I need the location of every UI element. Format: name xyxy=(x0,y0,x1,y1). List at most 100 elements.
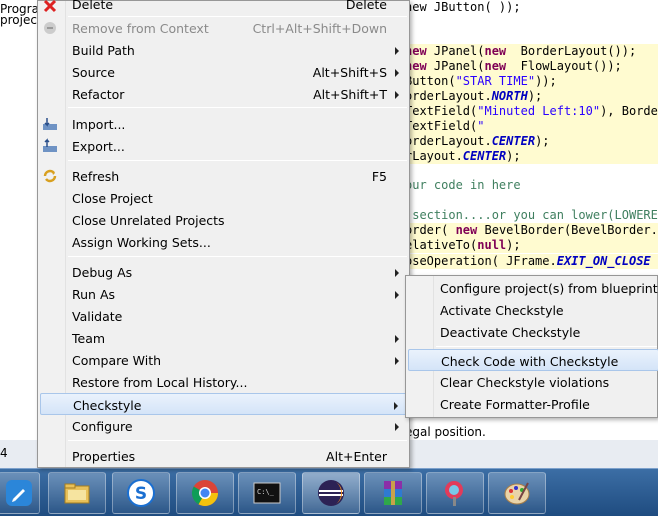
code-line[interactable]: our code in here xyxy=(405,178,658,193)
code-token: order( xyxy=(405,223,456,237)
submenu-item-configure-from-blueprint[interactable]: Configure project(s) from blueprint... xyxy=(408,277,658,299)
menu-item-refactor[interactable]: Refactor Alt+Shift+T xyxy=(40,83,407,105)
submenu-item-deactivate-checkstyle[interactable]: Deactivate Checkstyle xyxy=(408,321,658,343)
code-token: new xyxy=(484,44,507,58)
menu-separator xyxy=(68,160,407,161)
code-line[interactable]: TextField("Minuted Left:10"), Border xyxy=(405,104,658,119)
taskbar-file-explorer[interactable] xyxy=(48,472,106,514)
menu-item-export[interactable]: Export... xyxy=(40,135,407,157)
project-context-menu: Delete Delete Remove from Context Ctrl+A… xyxy=(37,0,410,468)
menu-item-compare-with[interactable]: Compare With xyxy=(40,349,407,371)
menu-item-validate[interactable]: Validate xyxy=(40,305,407,327)
submenu-arrow-icon xyxy=(395,47,399,55)
submenu-item-check-code-with-checkstyle[interactable]: Check Code with Checkstyle xyxy=(408,349,658,371)
paint-palette-icon xyxy=(504,482,530,505)
code-line[interactable]: orderLayout.CENTER); xyxy=(405,134,658,149)
code-token: JPanel( xyxy=(426,59,485,73)
taskbar-sogou-browser[interactable]: S xyxy=(112,472,170,514)
tree-item[interactable]: project xyxy=(0,13,42,27)
code-line[interactable] xyxy=(405,194,658,209)
code-line[interactable]: rLayout.CENTER); xyxy=(405,149,658,164)
export-icon xyxy=(43,138,57,152)
code-token: ) xyxy=(651,254,658,268)
submenu-arrow-icon xyxy=(395,91,399,99)
code-token: BevelBorder(BevelBorder.R xyxy=(477,223,658,237)
code-token: new JButton( )); xyxy=(405,0,521,14)
code-token: FlowLayout()); xyxy=(506,59,622,73)
submenu-arrow-icon xyxy=(395,69,399,77)
taskbar-pen-app[interactable] xyxy=(0,472,40,514)
menu-item-configure[interactable]: Configure xyxy=(40,415,407,437)
menu-item-refresh[interactable]: Refresh F5 xyxy=(40,165,407,187)
taskbar-paint-tool[interactable] xyxy=(426,472,484,514)
submenu-arrow-icon xyxy=(395,291,399,299)
code-line[interactable]: section....or you can lower(LOWERED xyxy=(405,208,658,223)
code-token: oseOperation( JFrame. xyxy=(405,254,557,268)
code-token: ); xyxy=(506,149,521,163)
taskbar-eclipse[interactable] xyxy=(302,472,360,514)
code-token: CENTER xyxy=(491,134,536,148)
code-line[interactable]: TextField(" xyxy=(405,119,658,134)
code-token: "Minuted Left:10" xyxy=(477,104,601,118)
taskbar-command-prompt[interactable]: C:\_ xyxy=(238,472,296,514)
code-line[interactable]: oseOperation( JFrame.EXIT_ON_CLOSE ) xyxy=(405,254,658,269)
code-token: TextField( xyxy=(405,104,478,118)
code-line[interactable]: new JPanel(new BorderLayout()); xyxy=(405,44,658,59)
code-token: section....or you can lower(LOWERED xyxy=(405,208,658,222)
menu-separator xyxy=(68,107,407,108)
menu-separator xyxy=(68,256,407,257)
checkstyle-submenu: Configure project(s) from blueprint... A… xyxy=(405,275,658,418)
menu-item-build-path[interactable]: Build Path xyxy=(40,39,407,61)
menu-item-assign-working-sets[interactable]: Assign Working Sets... xyxy=(40,231,407,253)
menu-item-debug-as[interactable]: Debug As xyxy=(40,261,407,283)
code-token: BorderLayout()); xyxy=(506,44,637,58)
menu-item-remove-from-context[interactable]: Remove from Context Ctrl+Alt+Shift+Down xyxy=(40,17,407,39)
taskbar-chrome[interactable] xyxy=(176,472,234,514)
code-line[interactable]: elativeTo(null); xyxy=(405,238,658,253)
menu-item-delete[interactable]: Delete Delete xyxy=(40,0,407,15)
status-line-number: 4 xyxy=(0,446,8,460)
submenu-item-activate-checkstyle[interactable]: Activate Checkstyle xyxy=(408,299,658,321)
code-line[interactable] xyxy=(405,22,658,37)
refresh-icon xyxy=(43,169,57,183)
submenu-arrow-icon xyxy=(395,423,399,431)
code-line[interactable] xyxy=(405,164,658,179)
taskbar: S C:\_ xyxy=(0,468,658,516)
code-token: our code in here xyxy=(405,178,521,192)
taskbar-paint-palette[interactable] xyxy=(488,472,546,514)
winrar-icon xyxy=(384,481,402,505)
code-token: elativeTo( xyxy=(405,238,478,252)
menu-item-checkstyle[interactable]: Checkstyle xyxy=(40,393,407,415)
code-token: " xyxy=(477,119,485,133)
submenu-arrow-icon xyxy=(395,335,399,343)
code-line[interactable]: Button("STAR TIME")); xyxy=(405,74,658,89)
menu-item-properties[interactable]: Properties Alt+Enter xyxy=(40,445,407,467)
code-line[interactable]: new JButton( )); xyxy=(405,0,658,15)
code-token: JPanel( xyxy=(426,44,485,58)
menu-item-close-project[interactable]: Close Project xyxy=(40,187,407,209)
submenu-item-clear-checkstyle-violations[interactable]: Clear Checkstyle violations xyxy=(408,371,658,393)
taskbar-winrar[interactable] xyxy=(364,472,422,514)
code-token: TextField( xyxy=(405,119,478,133)
code-token: "STAR TIME" xyxy=(455,74,536,88)
code-token: )); xyxy=(535,74,557,88)
menu-item-close-unrelated-projects[interactable]: Close Unrelated Projects xyxy=(40,209,407,231)
code-token: orderLayout. xyxy=(405,134,492,148)
menu-item-import[interactable]: Import... xyxy=(40,113,407,135)
file-explorer-icon xyxy=(64,483,90,504)
menu-item-source[interactable]: Source Alt+Shift+S xyxy=(40,61,407,83)
command-prompt-icon: C:\_ xyxy=(253,482,281,504)
code-token: NORTH xyxy=(491,89,528,103)
menu-item-team[interactable]: Team xyxy=(40,327,407,349)
submenu-item-create-formatter-profile[interactable]: Create Formatter-Profile xyxy=(408,393,658,415)
pen-app-icon xyxy=(6,480,32,506)
menu-item-restore-from-local-history[interactable]: Restore from Local History... xyxy=(40,371,407,393)
code-token: ), Border xyxy=(600,104,658,118)
code-line[interactable]: orderLayout.NORTH); xyxy=(405,89,658,104)
menu-item-run-as[interactable]: Run As xyxy=(40,283,407,305)
code-line[interactable]: new JPanel(new FlowLayout()); xyxy=(405,59,658,74)
menu-separator xyxy=(68,440,407,441)
eclipse-icon xyxy=(318,480,344,506)
code-line[interactable]: order( new BevelBorder(BevelBorder.R xyxy=(405,223,658,238)
menu-separator xyxy=(436,346,657,347)
